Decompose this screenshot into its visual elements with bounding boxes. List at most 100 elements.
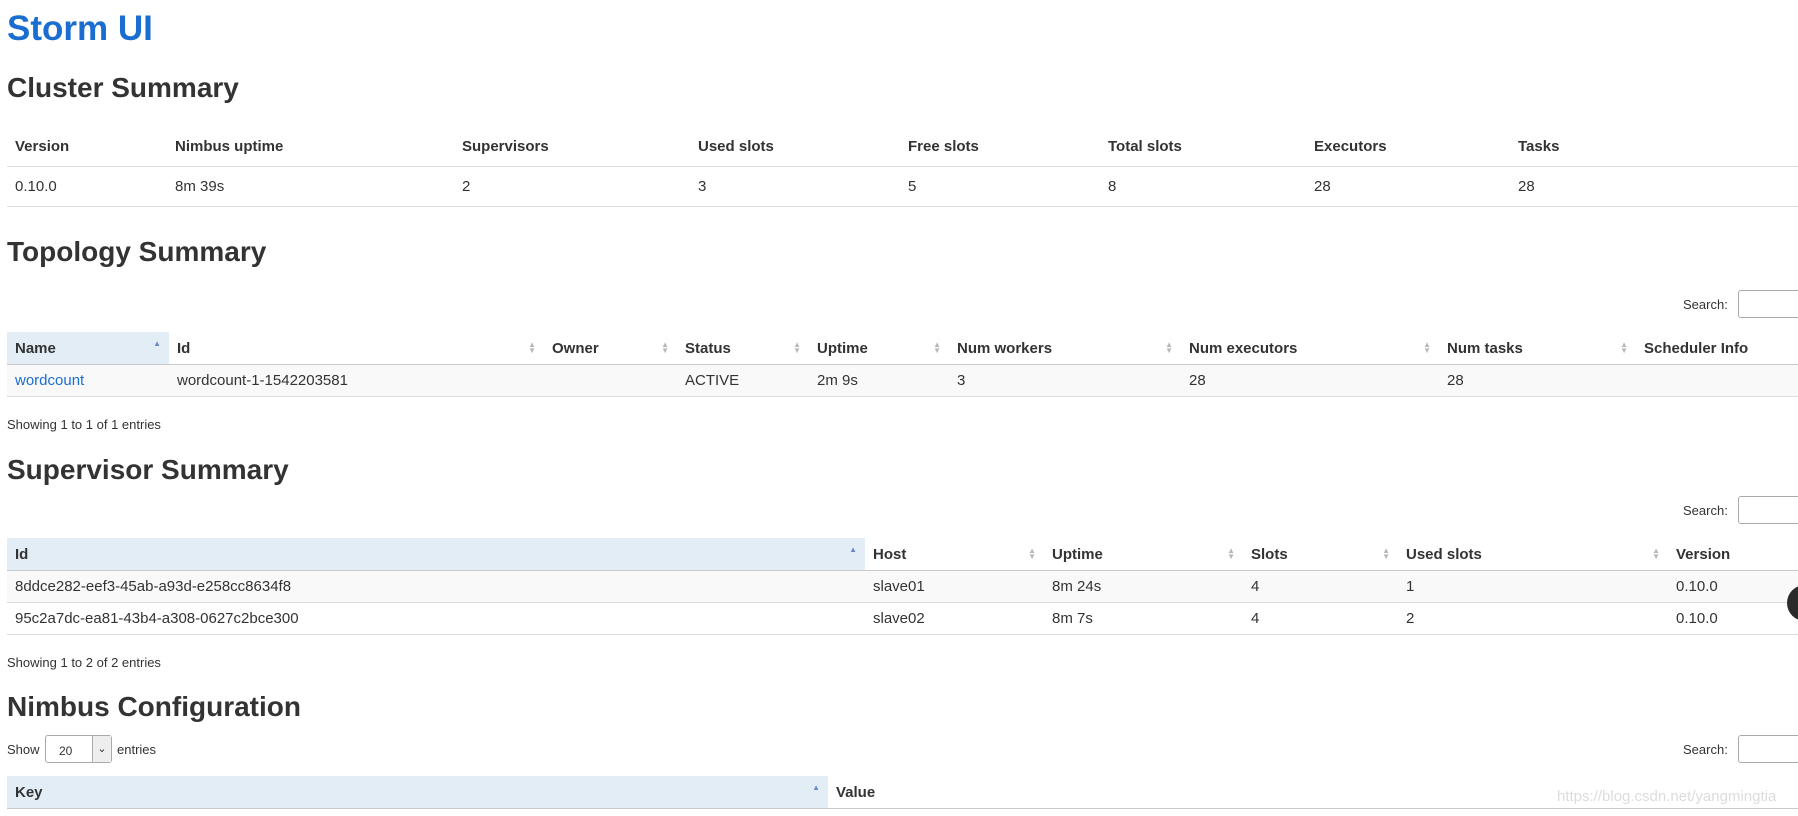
- cluster-version: 0.10.0: [7, 166, 167, 207]
- column-label: Id: [15, 545, 29, 563]
- topology-search-input[interactable]: [1738, 290, 1798, 318]
- topology-col-id[interactable]: Id ▲ ▼: [169, 332, 544, 365]
- cluster-col-total-slots: Total slots: [1100, 126, 1306, 167]
- cluster-col-free-slots: Free slots: [900, 126, 1100, 167]
- topology-num-tasks: 28: [1439, 364, 1636, 397]
- cluster-total-slots: 8: [1100, 166, 1306, 207]
- column-label: Num executors: [1189, 339, 1298, 357]
- cluster-col-used-slots: Used slots: [690, 126, 900, 167]
- supervisor-host: slave01: [865, 570, 1044, 603]
- table-row: 95c2a7dc-ea81-43b4-a308-0627c2bce300 sla…: [7, 602, 1798, 635]
- nimbus-config-table: Key ▲ Value: [7, 776, 1798, 809]
- topology-summary-heading: Topology Summary: [7, 236, 267, 267]
- supervisor-used-slots: 2: [1398, 602, 1668, 635]
- chevron-down-icon: ⌄: [92, 736, 111, 762]
- sort-both-icon: ▲ ▼: [933, 340, 941, 355]
- cluster-used-slots: 3: [690, 166, 900, 207]
- topology-id: wordcount-1-1542203581: [169, 364, 544, 397]
- topology-col-num-executors[interactable]: Num executors ▲ ▼: [1181, 332, 1439, 365]
- topology-num-executors: 28: [1181, 364, 1439, 397]
- cluster-free-slots: 5: [900, 166, 1100, 207]
- supervisor-host: slave02: [865, 602, 1044, 635]
- supervisor-uptime: 8m 7s: [1044, 602, 1243, 635]
- supervisor-slots: 4: [1243, 570, 1398, 603]
- sort-asc-icon: ▲: [812, 783, 820, 792]
- column-label: Slots: [1251, 545, 1288, 563]
- supervisor-uptime: 8m 24s: [1044, 570, 1243, 603]
- cluster-col-version: Version: [7, 126, 167, 167]
- table-row: 0.10.0 8m 39s 2 3 5 8 28 28: [7, 166, 1798, 207]
- supervisor-summary-heading: Supervisor Summary: [7, 454, 289, 485]
- topology-num-workers: 3: [949, 364, 1181, 397]
- cluster-col-nimbus-uptime: Nimbus uptime: [167, 126, 454, 167]
- supervisor-col-host[interactable]: Host ▲ ▼: [865, 538, 1044, 571]
- nimbus-search-input[interactable]: [1738, 735, 1798, 763]
- nimbus-search-label: Search:: [1683, 742, 1728, 757]
- cluster-col-supervisors: Supervisors: [454, 126, 690, 167]
- column-label: Status: [685, 339, 731, 357]
- column-label: Owner: [552, 339, 599, 357]
- topology-owner: [544, 364, 677, 397]
- sort-both-icon: ▲ ▼: [1165, 340, 1173, 355]
- supervisor-col-uptime[interactable]: Uptime ▲ ▼: [1044, 538, 1243, 571]
- topology-scheduler-info: [1636, 364, 1798, 397]
- sort-both-icon: ▲ ▼: [528, 340, 536, 355]
- supervisor-id: 8ddce282-eef3-45ab-a93d-e258cc8634f8: [7, 570, 865, 603]
- nimbus-col-key[interactable]: Key ▲: [7, 776, 828, 809]
- topology-col-uptime[interactable]: Uptime ▲ ▼: [809, 332, 949, 365]
- topology-uptime: 2m 9s: [809, 364, 949, 397]
- show-label: Show: [7, 742, 40, 757]
- topology-col-num-tasks[interactable]: Num tasks ▲ ▼: [1439, 332, 1636, 365]
- nimbus-config-heading: Nimbus Configuration: [7, 691, 301, 722]
- sort-both-icon: ▲ ▼: [1423, 340, 1431, 355]
- topology-col-scheduler-info[interactable]: Scheduler Info: [1636, 332, 1798, 365]
- supervisor-col-used-slots[interactable]: Used slots ▲ ▼: [1398, 538, 1668, 571]
- sort-asc-icon: ▲: [849, 545, 857, 554]
- cluster-col-tasks: Tasks: [1510, 126, 1798, 167]
- topology-col-owner[interactable]: Owner ▲ ▼: [544, 332, 677, 365]
- cluster-tasks: 28: [1510, 166, 1798, 207]
- cluster-col-executors: Executors: [1306, 126, 1510, 167]
- sort-both-icon: ▲ ▼: [1652, 546, 1660, 561]
- column-label: Scheduler Info: [1644, 339, 1749, 357]
- sort-both-icon: ▲ ▼: [793, 340, 801, 355]
- topology-name-link[interactable]: wordcount: [15, 372, 84, 389]
- sort-both-icon: ▲ ▼: [661, 340, 669, 355]
- sort-both-icon: ▲ ▼: [1620, 340, 1628, 355]
- cluster-executors: 28: [1306, 166, 1510, 207]
- column-label: Num workers: [957, 339, 1053, 357]
- watermark-text: https://blog.csdn.net/yangmingtia: [1557, 788, 1777, 805]
- column-label: Num tasks: [1447, 339, 1523, 357]
- column-label: Used slots: [1406, 545, 1482, 563]
- topology-search-label: Search:: [1683, 297, 1728, 312]
- column-label: Uptime: [817, 339, 868, 357]
- table-row: 8ddce282-eef3-45ab-a93d-e258cc8634f8 sla…: [7, 570, 1798, 603]
- sort-both-icon: ▲ ▼: [1227, 546, 1235, 561]
- cluster-summary-table: Version Nimbus uptime Supervisors Used s…: [7, 126, 1798, 207]
- entries-label: entries: [117, 742, 157, 757]
- supervisor-search-input[interactable]: [1738, 496, 1798, 524]
- sort-asc-icon: ▲: [153, 339, 161, 348]
- supervisor-col-id[interactable]: Id ▲: [7, 538, 865, 571]
- sort-both-icon: ▲ ▼: [1028, 546, 1036, 561]
- topology-col-num-workers[interactable]: Num workers ▲ ▼: [949, 332, 1181, 365]
- topology-entries-info: Showing 1 to 1 of 1 entries: [7, 417, 161, 432]
- supervisor-col-slots[interactable]: Slots ▲ ▼: [1243, 538, 1398, 571]
- cluster-summary-heading: Cluster Summary: [7, 72, 239, 103]
- supervisor-entries-info: Showing 1 to 2 of 2 entries: [7, 655, 161, 670]
- page-size-select[interactable]: 20 ⌄: [45, 735, 112, 763]
- supervisor-col-version[interactable]: Version: [1668, 538, 1798, 571]
- column-label: Version: [1676, 545, 1731, 563]
- table-row: wordcount wordcount-1-1542203581 ACTIVE …: [7, 364, 1798, 397]
- topology-col-status[interactable]: Status ▲ ▼: [677, 332, 809, 365]
- supervisor-id: 95c2a7dc-ea81-43b4-a308-0627c2bce300: [7, 602, 865, 635]
- column-label: Value: [836, 783, 876, 801]
- supervisor-version: 0.10.0: [1668, 570, 1798, 603]
- supervisor-slots: 4: [1243, 602, 1398, 635]
- column-label: Uptime: [1052, 545, 1103, 563]
- column-label: Key: [15, 783, 43, 801]
- supervisor-used-slots: 1: [1398, 570, 1668, 603]
- supervisor-version: 0.10.0: [1668, 602, 1798, 635]
- topology-col-name[interactable]: Name ▲: [7, 332, 169, 365]
- app-title: Storm UI: [7, 9, 153, 48]
